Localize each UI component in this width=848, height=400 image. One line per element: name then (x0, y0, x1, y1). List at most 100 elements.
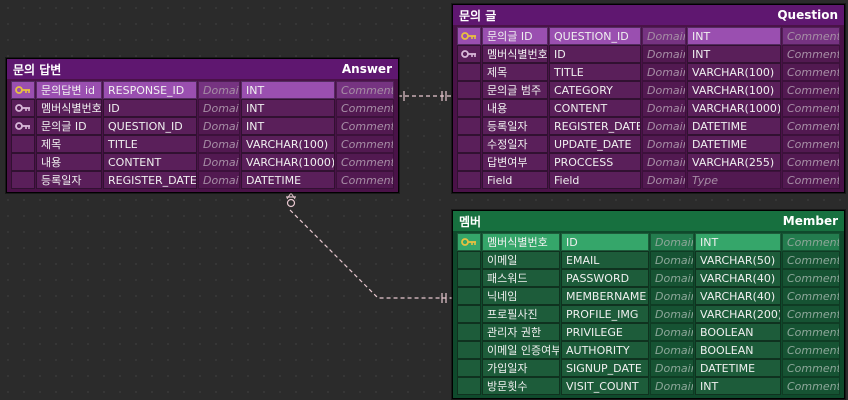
attribute-row[interactable]: 제목TITLEDomainVARCHAR(100)Comment (457, 63, 840, 81)
domain-cell[interactable]: Domain (650, 287, 694, 305)
attribute-row[interactable]: 문의답변 idRESPONSE_IDDomainINTComment (11, 81, 394, 99)
type-cell[interactable]: INT (241, 99, 335, 117)
physical-name-cell[interactable]: PROFILE_IMG (561, 305, 649, 323)
domain-cell[interactable]: Domain (642, 27, 686, 45)
logical-name-cell[interactable]: 이메일 (482, 251, 560, 269)
type-cell[interactable]: VARCHAR(40) (695, 287, 781, 305)
attribute-row[interactable]: Field Field Domain Type Comment (457, 171, 840, 189)
comment-cell[interactable]: Comment (336, 135, 394, 153)
domain-cell[interactable]: Domain (198, 153, 240, 171)
entity-member[interactable]: 멤버 Member 멤버식별번호 ID Domain INT Comment 이메일 EMA… (452, 210, 845, 399)
domain-cell[interactable]: Domain (642, 153, 686, 171)
comment-cell[interactable]: Comment (336, 153, 394, 171)
logical-name-cell[interactable]: 문의글 ID (36, 117, 102, 135)
physical-name-cell[interactable]: SIGNUP_DATE (561, 359, 649, 377)
attribute-row[interactable]: 관리자 권한 PRIVILEGE Domain BOOLEAN Comment (457, 323, 840, 341)
comment-cell[interactable]: Comment (782, 251, 840, 269)
type-cell[interactable]: DATETIME (241, 171, 335, 189)
logical-name-cell[interactable]: 멤버식별번호 (482, 45, 548, 63)
comment-cell[interactable]: Comment (782, 305, 840, 323)
type-cell[interactable]: DATETIME (687, 117, 781, 135)
physical-name-cell[interactable]: RESPONSE_ID (103, 81, 197, 99)
logical-name-cell[interactable]: 제목 (482, 63, 548, 81)
logical-name-cell[interactable]: 문의글 범주 (482, 81, 548, 99)
comment-cell[interactable]: Comment (782, 171, 840, 189)
logical-name-cell[interactable]: 답변여부 (482, 153, 548, 171)
comment-cell[interactable]: Comment (782, 27, 840, 45)
domain-cell[interactable]: Domain (198, 135, 240, 153)
attribute-row[interactable]: 이메일 EMAIL Domain VARCHAR(50) Comment (457, 251, 840, 269)
logical-name-cell[interactable]: 이메일 인증여부 (482, 341, 560, 359)
attribute-row[interactable]: 등록일자REGISTER_DATEDomainDATETIMEComment (11, 171, 394, 189)
entity-question[interactable]: 문의 글 Question 문의글 ID QUESTION_ID Domain INT… (452, 4, 845, 193)
comment-cell[interactable]: Comment (336, 81, 394, 99)
physical-name-cell[interactable]: Field (549, 171, 641, 189)
attribute-row[interactable]: 패스워드 PASSWORD Domain VARCHAR(40) Comment (457, 269, 840, 287)
type-cell[interactable]: VARCHAR(200) (695, 305, 781, 323)
type-cell[interactable]: VARCHAR(100) (687, 63, 781, 81)
type-cell[interactable]: BOOLEAN (695, 323, 781, 341)
type-cell[interactable]: DATETIME (687, 135, 781, 153)
logical-name-cell[interactable]: 내용 (36, 153, 102, 171)
comment-cell[interactable]: Comment (782, 135, 840, 153)
attribute-row[interactable]: 등록일자REGISTER_DATEDomainDATETIMEComment (457, 117, 840, 135)
entity-answer[interactable]: 문의 답변 Answer 문의답변 idRESPONSE_IDDomainINT… (6, 58, 399, 193)
logical-name-cell[interactable]: 멤버식별번호 (482, 233, 560, 251)
logical-name-cell[interactable]: 문의답변 id (36, 81, 102, 99)
type-cell[interactable]: VARCHAR(255) (687, 153, 781, 171)
comment-cell[interactable]: Comment (782, 233, 840, 251)
type-cell[interactable]: VARCHAR(40) (695, 269, 781, 287)
logical-name-cell[interactable]: 방문횟수 (482, 377, 560, 395)
domain-cell[interactable]: Domain (642, 171, 686, 189)
type-cell[interactable]: INT (687, 45, 781, 63)
attribute-row[interactable]: 멤버식별번호IDDomainINTComment (457, 45, 840, 63)
logical-name-cell[interactable]: 멤버식별번호 (36, 99, 102, 117)
physical-name-cell[interactable]: ID (103, 99, 197, 117)
logical-name-cell[interactable]: 가입일자 (482, 359, 560, 377)
entity-header[interactable]: 멤버 Member (453, 211, 844, 231)
type-cell[interactable]: VARCHAR(1000) (241, 153, 335, 171)
type-cell[interactable]: INT (687, 27, 781, 45)
logical-name-cell[interactable]: 문의글 ID (482, 27, 548, 45)
physical-name-cell[interactable]: ID (549, 45, 641, 63)
physical-name-cell[interactable]: CONTENT (103, 153, 197, 171)
type-cell[interactable]: VARCHAR(50) (695, 251, 781, 269)
domain-cell[interactable]: Domain (650, 323, 694, 341)
physical-name-cell[interactable]: CONTENT (549, 99, 641, 117)
domain-cell[interactable]: Domain (650, 233, 694, 251)
logical-name-cell[interactable]: Field (482, 171, 548, 189)
comment-cell[interactable]: Comment (782, 341, 840, 359)
domain-cell[interactable]: Domain (198, 81, 240, 99)
physical-name-cell[interactable]: CATEGORY (549, 81, 641, 99)
type-cell[interactable]: DATETIME (695, 359, 781, 377)
physical-name-cell[interactable]: EMAIL (561, 251, 649, 269)
domain-cell[interactable]: Domain (642, 81, 686, 99)
physical-name-cell[interactable]: ID (561, 233, 649, 251)
physical-name-cell[interactable]: PRIVILEGE (561, 323, 649, 341)
type-cell[interactable]: VARCHAR(100) (687, 81, 781, 99)
domain-cell[interactable]: Domain (650, 269, 694, 287)
comment-cell[interactable]: Comment (336, 99, 394, 117)
physical-name-cell[interactable]: VISIT_COUNT (561, 377, 649, 395)
attribute-row[interactable]: 방문횟수 VISIT_COUNT Domain INT Comment (457, 377, 840, 395)
attribute-row[interactable]: 수정일자 UPDATE_DATE Domain DATETIME Comment (457, 135, 840, 153)
attribute-row[interactable]: 닉네임 MEMBERNAME Domain VARCHAR(40) Comment (457, 287, 840, 305)
type-cell[interactable]: VARCHAR(100) (241, 135, 335, 153)
domain-cell[interactable]: Domain (650, 341, 694, 359)
comment-cell[interactable]: Comment (782, 45, 840, 63)
comment-cell[interactable]: Comment (336, 171, 394, 189)
type-cell[interactable]: INT (241, 81, 335, 99)
domain-cell[interactable]: Domain (650, 359, 694, 377)
type-cell[interactable]: INT (241, 117, 335, 135)
comment-cell[interactable]: Comment (782, 323, 840, 341)
attribute-row[interactable]: 멤버식별번호IDDomainINTComment (11, 99, 394, 117)
domain-cell[interactable]: Domain (642, 117, 686, 135)
logical-name-cell[interactable]: 제목 (36, 135, 102, 153)
domain-cell[interactable]: Domain (650, 251, 694, 269)
logical-name-cell[interactable]: 수정일자 (482, 135, 548, 153)
type-cell[interactable]: VARCHAR(1000) (687, 99, 781, 117)
domain-cell[interactable]: Domain (642, 63, 686, 81)
attribute-row[interactable]: 프로필사진 PROFILE_IMG Domain VARCHAR(200) Commen… (457, 305, 840, 323)
physical-name-cell[interactable]: TITLE (103, 135, 197, 153)
domain-cell[interactable]: Domain (198, 171, 240, 189)
